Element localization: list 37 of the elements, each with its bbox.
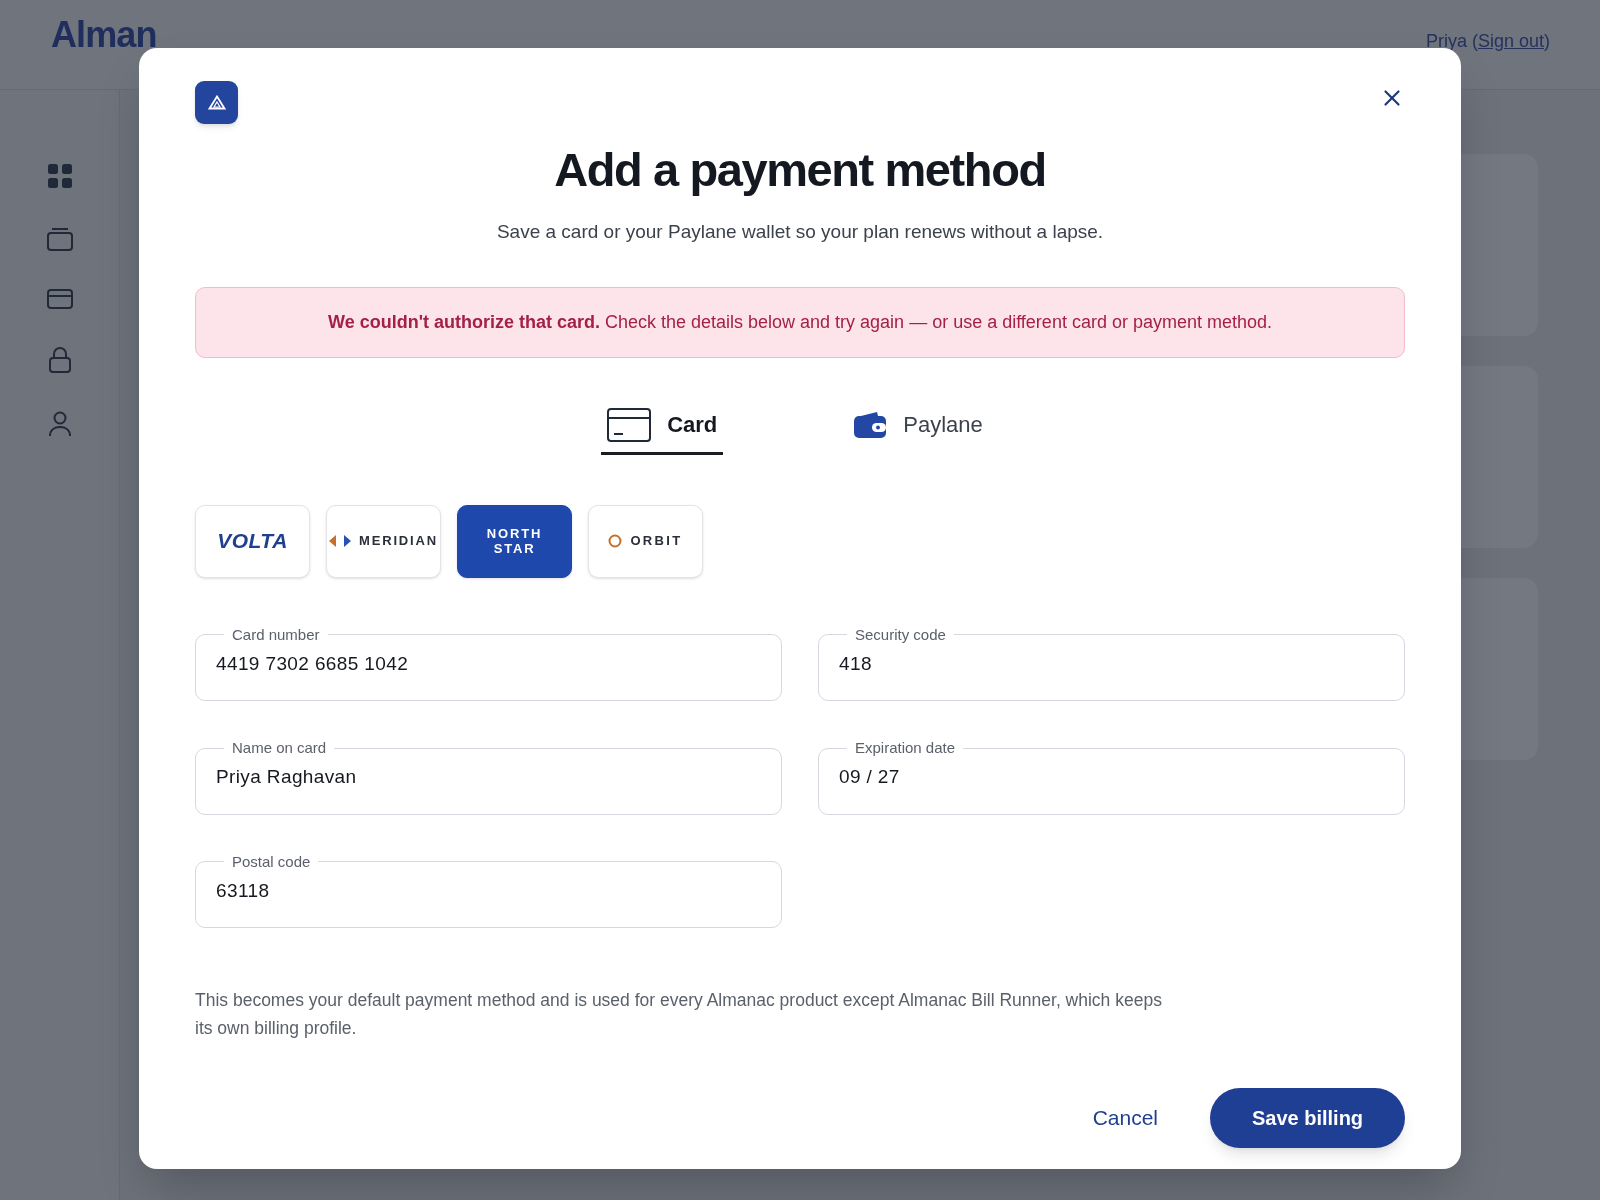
- field-input[interactable]: 09 / 27: [839, 763, 1384, 792]
- credit-card-icon[interactable]: [46, 289, 73, 309]
- field-label: Expiration date: [854, 739, 957, 757]
- field-label: Postal code: [231, 852, 312, 871]
- cancel-button[interactable]: Cancel: [1090, 1102, 1160, 1134]
- folder-icon[interactable]: [46, 227, 73, 251]
- field-input[interactable]: 418: [839, 649, 1384, 678]
- ring-icon: [608, 534, 623, 548]
- arrows-icon: [329, 535, 352, 547]
- card-brand-option[interactable]: ORBIT: [588, 504, 703, 578]
- card-brand-option[interactable]: VOLTA: [195, 504, 310, 578]
- paren: ): [1544, 32, 1550, 50]
- wallet-icon: [853, 410, 888, 439]
- user-icon[interactable]: [48, 411, 71, 437]
- field-input[interactable]: 4419 7302 6685 1042: [216, 649, 761, 678]
- text-field[interactable]: Expiration date 09 / 27: [818, 739, 1405, 815]
- card-brand-option[interactable]: MERIDIAN: [326, 504, 441, 578]
- paren: (: [1471, 32, 1478, 50]
- method-tab[interactable]: Card: [601, 407, 724, 455]
- user-name: Priya: [1425, 32, 1467, 50]
- triangle-logo-icon: [207, 95, 226, 110]
- field-label: Card number: [231, 625, 321, 644]
- dialog-title: Add a payment method: [553, 142, 1047, 198]
- field-label: Security code: [854, 625, 947, 644]
- save-billing-button[interactable]: Save billing: [1210, 1088, 1405, 1148]
- dialog-subtitle: Save a card or your Paylane wallet so your plan renews without a lapse.: [495, 220, 1105, 244]
- lock-icon[interactable]: [48, 347, 71, 373]
- field-input[interactable]: 63118: [216, 876, 761, 905]
- credit-card-icon: [607, 407, 652, 442]
- default-method-note: This becomes your default payment method and is used for every Almanac product except Almanac Bill Runner, which keeps its own billing profile.: [195, 989, 1163, 1040]
- error-message: We couldn't authorize that card. Check the details below and try again — or use a different card or payment method.: [328, 310, 1272, 334]
- field-input[interactable]: Priya Raghavan: [216, 763, 761, 792]
- text-field[interactable]: Name on card Priya Raghavan: [195, 739, 782, 815]
- card-brand-option[interactable]: NORTH STAR: [457, 504, 572, 578]
- grid-icon[interactable]: [46, 163, 73, 189]
- field-label: Name on card: [231, 739, 328, 757]
- method-tab[interactable]: Paylane: [847, 407, 989, 455]
